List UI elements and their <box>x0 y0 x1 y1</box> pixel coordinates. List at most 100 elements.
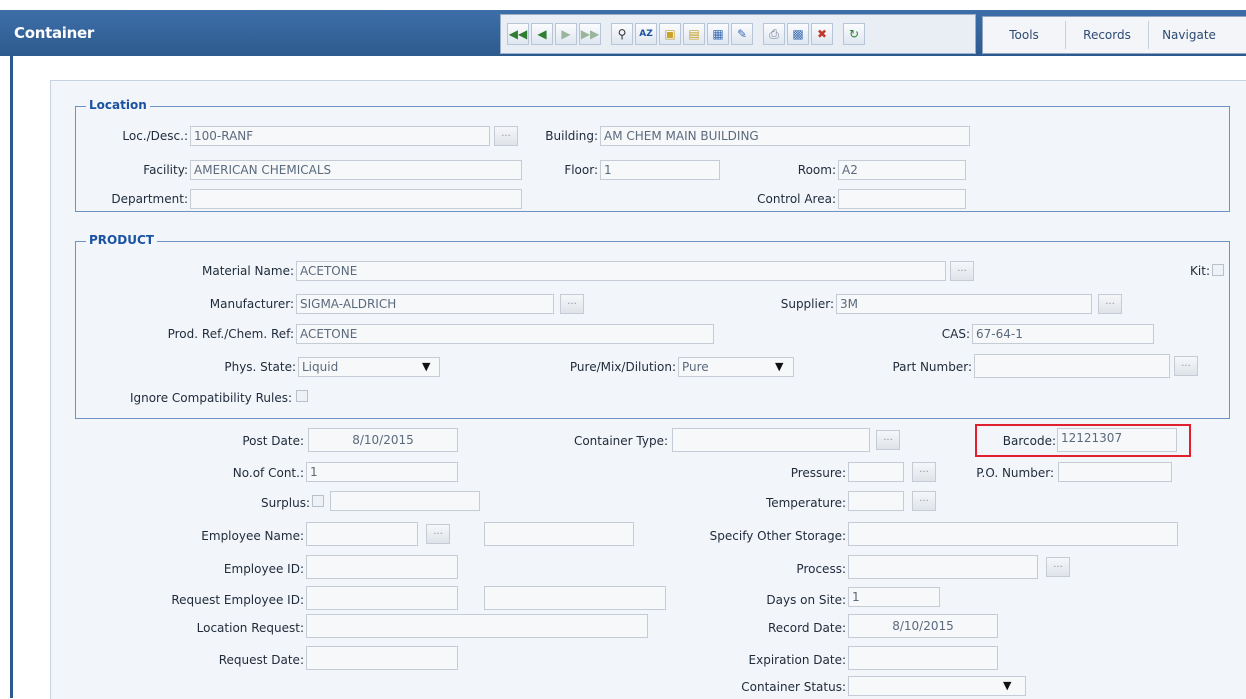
left-frame-border <box>0 56 13 698</box>
request-employee-extra-field[interactable] <box>484 586 666 610</box>
location-request-field[interactable] <box>306 614 648 638</box>
prod-ref-field[interactable]: ACETONE <box>296 324 714 344</box>
last-record-icon[interactable]: ▶▶ <box>579 23 601 45</box>
print-icon[interactable]: ⎙ <box>763 23 785 45</box>
container-type-lookup-button[interactable]: ... <box>876 430 900 450</box>
phys-state-label: Phys. State: <box>224 360 296 374</box>
room-field[interactable]: A2 <box>838 160 966 180</box>
surplus-checkbox[interactable] <box>312 495 324 507</box>
request-employee-id-field[interactable] <box>306 586 458 610</box>
temperature-lookup-button[interactable]: ... <box>912 491 936 511</box>
building-label: Building: <box>545 129 598 143</box>
po-number-label: P.O. Number: <box>976 466 1054 480</box>
control-area-field[interactable] <box>838 189 966 209</box>
pure-mix-chevron-down-icon[interactable]: ▼ <box>775 360 783 373</box>
save-icon[interactable]: ▩ <box>787 23 809 45</box>
material-name-lookup-button[interactable]: ... <box>950 261 974 281</box>
no-of-cont-field[interactable]: 1 <box>306 462 458 482</box>
pressure-label: Pressure: <box>790 466 846 480</box>
employee-id-field[interactable] <box>306 555 458 579</box>
pressure-field[interactable] <box>848 462 904 482</box>
post-date-field[interactable]: 8/10/2015 <box>308 428 458 452</box>
window-title: Container <box>14 24 94 42</box>
employee-id-label: Employee ID: <box>223 562 304 576</box>
kit-checkbox[interactable] <box>1212 264 1224 276</box>
supplier-field[interactable]: 3M <box>836 294 1092 314</box>
container-status-chevron-down-icon[interactable]: ▼ <box>1003 679 1011 692</box>
find-icon[interactable]: ⚲ <box>611 23 633 45</box>
product-legend: PRODUCT <box>86 233 157 247</box>
loc-desc-lookup-button[interactable]: ... <box>494 126 518 146</box>
new-record-icon[interactable]: ▣ <box>659 23 681 45</box>
delete-record-icon[interactable]: ▦ <box>707 23 729 45</box>
window-titlebar: Container ◀◀ ◀ ▶ ▶▶ ⚲ AZ ▣ ▤ ▦ ✎ ⎙ ▩ ✖ ↻… <box>0 10 1246 56</box>
supplier-lookup-button[interactable]: ... <box>1098 294 1122 314</box>
container-status-label: Container Status: <box>741 680 846 694</box>
prev-record-icon[interactable]: ◀ <box>531 23 553 45</box>
menu-bar: Tools Records Navigate <box>982 16 1246 54</box>
days-on-site-label: Days on Site: <box>766 593 846 607</box>
prod-ref-label: Prod. Ref./Chem. Ref: <box>167 327 294 341</box>
part-number-lookup-button[interactable]: ... <box>1174 356 1198 376</box>
floor-label: Floor: <box>564 163 598 177</box>
container-type-field[interactable] <box>672 428 870 452</box>
process-lookup-button[interactable]: ... <box>1046 557 1070 577</box>
cas-field[interactable]: 67-64-1 <box>972 324 1154 344</box>
copy-record-icon[interactable]: ▤ <box>683 23 705 45</box>
material-name-field[interactable]: ACETONE <box>296 261 946 281</box>
loc-desc-field[interactable]: 100-RANF <box>190 126 490 146</box>
navigate-menu[interactable]: Navigate <box>1149 21 1229 49</box>
surplus-label: Surplus: <box>260 496 310 510</box>
next-record-icon[interactable]: ▶ <box>555 23 577 45</box>
facility-field[interactable]: AMERICAN CHEMICALS <box>190 160 522 180</box>
expiration-date-label: Expiration Date: <box>748 653 846 667</box>
location-legend: Location <box>86 98 150 112</box>
control-area-label: Control Area: <box>757 192 836 206</box>
refresh-icon[interactable]: ↻ <box>843 23 865 45</box>
request-date-label: Request Date: <box>218 653 304 667</box>
container-status-select[interactable] <box>848 676 1026 696</box>
record-toolbar: ◀◀ ◀ ▶ ▶▶ ⚲ AZ ▣ ▤ ▦ ✎ ⎙ ▩ ✖ ↻ <box>500 14 976 54</box>
records-menu[interactable]: Records <box>1066 21 1149 49</box>
ignore-compat-label: Ignore Compatibility Rules: <box>129 391 292 405</box>
edit-record-icon[interactable]: ✎ <box>731 23 753 45</box>
tools-menu[interactable]: Tools <box>983 21 1066 49</box>
employee-name-extra-field[interactable] <box>484 522 634 546</box>
part-number-field[interactable] <box>974 354 1170 378</box>
employee-name-lookup-button[interactable]: ... <box>426 524 450 544</box>
process-field[interactable] <box>848 555 1038 579</box>
barcode-highlight-box <box>975 424 1191 457</box>
specify-other-storage-field[interactable] <box>848 522 1178 546</box>
ignore-compat-checkbox[interactable] <box>296 390 308 402</box>
manufacturer-label: Manufacturer: <box>209 297 294 311</box>
manufacturer-lookup-button[interactable]: ... <box>560 294 584 314</box>
employee-name-field[interactable] <box>306 522 418 546</box>
record-date-field[interactable]: 8/10/2015 <box>848 614 998 638</box>
cancel-icon[interactable]: ✖ <box>811 23 833 45</box>
room-label: Room: <box>797 163 836 177</box>
department-field[interactable] <box>190 189 522 209</box>
employee-name-label: Employee Name: <box>201 529 304 543</box>
days-on-site-field[interactable]: 1 <box>848 587 940 607</box>
floor-field[interactable]: 1 <box>600 160 720 180</box>
cas-label: CAS: <box>941 327 970 341</box>
po-number-field[interactable] <box>1058 462 1172 482</box>
temperature-field[interactable] <box>848 491 904 511</box>
phys-state-chevron-down-icon[interactable]: ▼ <box>422 360 430 373</box>
record-date-label: Record Date: <box>768 621 846 635</box>
pressure-lookup-button[interactable]: ... <box>912 462 936 482</box>
surplus-field[interactable] <box>330 491 480 511</box>
building-field[interactable]: AM CHEM MAIN BUILDING <box>600 126 970 146</box>
pure-mix-label: Pure/Mix/Dilution: <box>569 360 676 374</box>
material-name-label: Material Name: <box>201 264 294 278</box>
expiration-date-field[interactable] <box>848 646 998 670</box>
sort-icon[interactable]: AZ <box>635 23 657 45</box>
request-employee-id-label: Request Employee ID: <box>171 593 304 607</box>
location-request-label: Location Request: <box>196 621 304 635</box>
specify-other-storage-label: Specify Other Storage: <box>709 529 846 543</box>
phys-state-select[interactable]: Liquid <box>298 357 440 377</box>
manufacturer-field[interactable]: SIGMA-ALDRICH <box>296 294 554 314</box>
request-date-field[interactable] <box>306 646 458 670</box>
first-record-icon[interactable]: ◀◀ <box>507 23 529 45</box>
container-type-label: Container Type: <box>573 434 668 448</box>
